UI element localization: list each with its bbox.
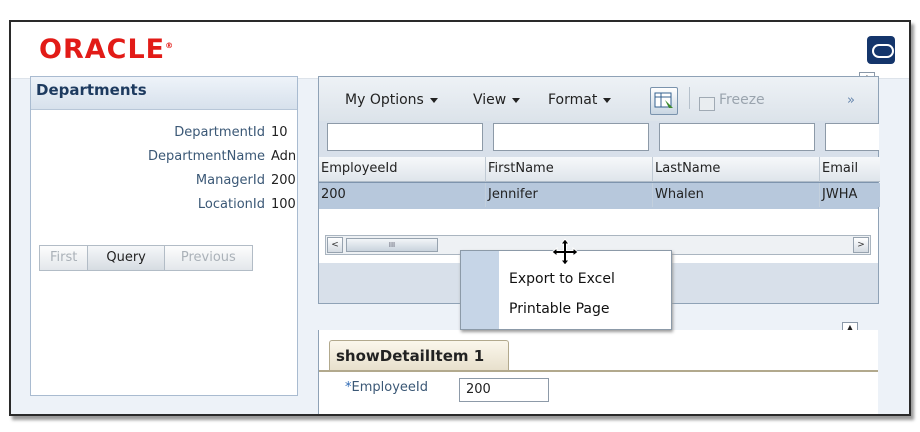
departments-header: Departments	[31, 77, 297, 110]
column-header-employeeid[interactable]: EmployeeId	[319, 157, 486, 182]
more-chevron-icon[interactable]: »	[847, 93, 855, 108]
departmentname-label: DepartmentName	[147, 149, 265, 164]
field-row-departmentid: DepartmentId 10	[31, 121, 297, 145]
my-options-label: My Options	[345, 92, 424, 108]
toolbar-divider	[689, 87, 690, 109]
tab-underline	[319, 370, 878, 372]
locationid-label: LocationId	[197, 197, 265, 212]
scroll-right-icon[interactable]: >	[853, 237, 869, 253]
departmentname-value: Adn	[271, 149, 297, 164]
column-header-lastname[interactable]: LastName	[653, 157, 820, 182]
menu-item-export-to-excel[interactable]: Export to Excel	[509, 271, 615, 287]
field-row-departmentname: DepartmentName Adn	[31, 145, 297, 169]
tab-label: showDetailItem 1	[336, 347, 485, 365]
tab-showdetailitem[interactable]: showDetailItem 1	[329, 340, 509, 371]
query-button[interactable]: Query	[87, 245, 165, 271]
first-button[interactable]: First	[39, 245, 89, 271]
view-label: View	[473, 92, 507, 108]
cell-employeeid: 200	[319, 183, 486, 207]
menu-icon-strip	[461, 251, 499, 329]
managerid-label: ManagerId	[195, 173, 265, 188]
app-circle-icon[interactable]	[867, 36, 895, 64]
chevron-down-icon	[603, 97, 612, 103]
filter-lastname-input[interactable]	[659, 123, 815, 151]
departments-panel: Departments DepartmentId 10 DepartmentNa…	[30, 76, 298, 396]
view-menu[interactable]: View	[473, 92, 521, 108]
employeeid-label-text: EmployeeId	[351, 380, 428, 395]
departmentid-value: 10	[271, 125, 288, 140]
menu-item-printable-page[interactable]: Printable Page	[509, 301, 610, 317]
cell-lastname: Whalen	[653, 183, 820, 207]
detach-table-icon[interactable]	[650, 87, 678, 115]
employeeid-field-label: *EmployeeId	[345, 380, 428, 395]
column-header-email[interactable]: Email	[820, 157, 880, 182]
managerid-value: 200	[271, 173, 296, 188]
freeze-icon	[699, 97, 715, 111]
branding-bar: ORACLE®	[11, 22, 909, 79]
detail-section: showDetailItem 1 *EmployeeId 200	[318, 330, 878, 414]
previous-button[interactable]: Previous	[163, 245, 253, 271]
departments-title: Departments	[36, 81, 147, 99]
column-header-firstname[interactable]: FirstName	[486, 157, 653, 182]
filter-firstname-input[interactable]	[493, 123, 649, 151]
navigation-buttons: First Query Previous	[39, 245, 253, 271]
employeeid-input[interactable]: 200	[459, 378, 549, 402]
app-window: ORACLE® ▲ Departments DepartmentId 10 De…	[9, 20, 911, 416]
format-menu[interactable]: Format	[548, 92, 612, 108]
departmentid-label: DepartmentId	[174, 125, 265, 140]
move-cursor-icon	[551, 238, 579, 266]
locationid-value: 100	[271, 197, 296, 212]
field-row-locationid: LocationId 100	[31, 193, 297, 217]
chevron-down-icon	[429, 97, 438, 103]
table-toolbar: My Options View Format Freeze »	[319, 77, 878, 121]
freeze-button[interactable]: Freeze	[719, 92, 765, 108]
chevron-down-icon	[512, 97, 521, 103]
cell-email: JWHA	[820, 183, 880, 207]
scrollbar-thumb[interactable]: III	[346, 238, 438, 252]
field-row-managerid: ManagerId 200	[31, 169, 297, 193]
filter-email-input[interactable]	[825, 123, 879, 151]
oracle-logo: ORACLE®	[39, 34, 175, 65]
my-options-menu[interactable]: My Options	[345, 92, 438, 108]
format-label: Format	[548, 92, 598, 108]
scroll-left-icon[interactable]: <	[327, 237, 343, 253]
filter-employeeid-input[interactable]	[327, 123, 483, 151]
cell-firstname: Jennifer	[486, 183, 653, 207]
